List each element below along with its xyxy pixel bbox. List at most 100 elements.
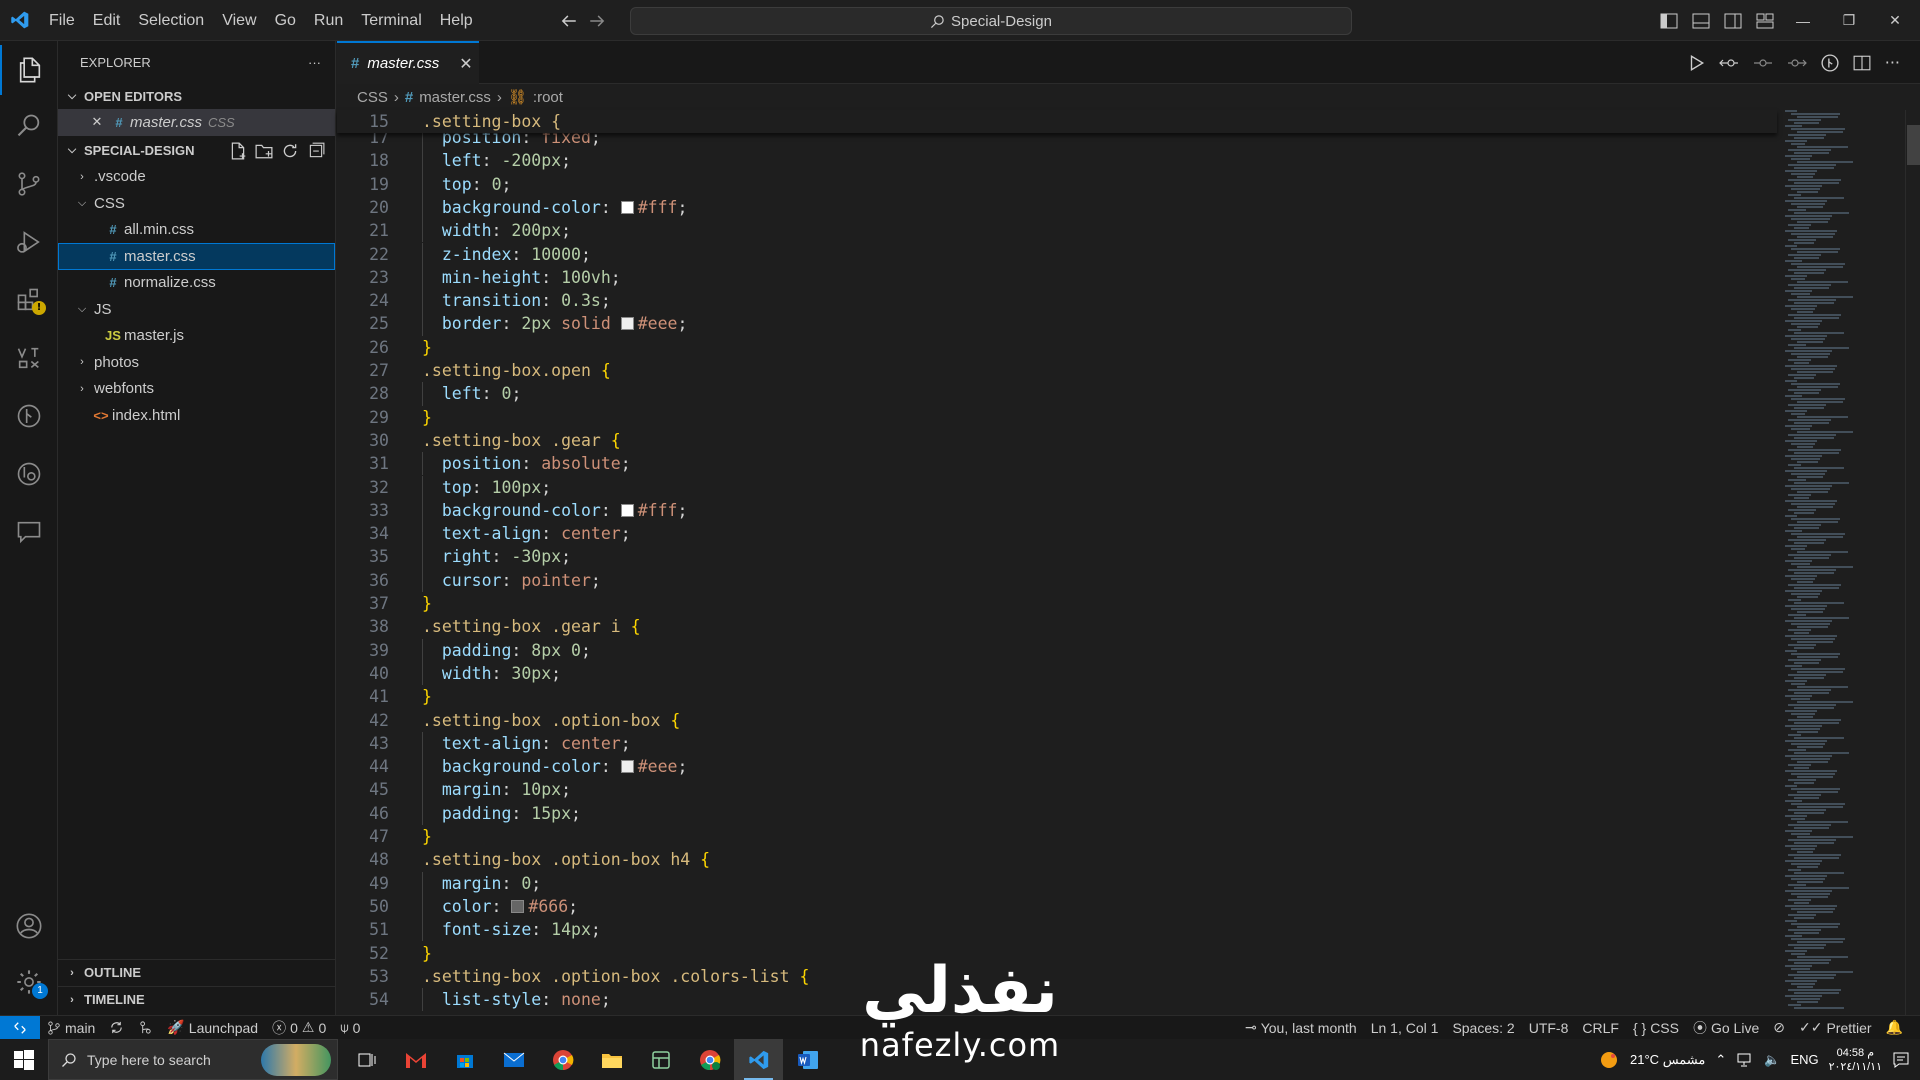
minimap[interactable] [1777,110,1905,1015]
notification-center-icon[interactable] [1892,1051,1910,1069]
branch-status[interactable]: main [40,1020,102,1036]
command-center[interactable]: Special-Design [630,7,1352,35]
timeline-section[interactable]: › TIMELINE [58,986,335,1012]
menu-item-run[interactable]: Run [305,0,352,41]
scrollbar-thumb[interactable] [1907,125,1920,165]
gitlens-file-icon[interactable] [1821,53,1839,72]
outline-section[interactable]: › OUTLINE [58,959,335,985]
vertical-scrollbar[interactable] [1905,110,1920,1015]
source-control-icon[interactable] [0,159,58,209]
launchpad-status[interactable]: 🚀 Launchpad [160,1019,265,1036]
testing-icon[interactable] [0,333,58,383]
mail-icon[interactable] [489,1039,538,1080]
encoding-status[interactable]: UTF-8 [1522,1020,1576,1036]
notifications-bell-icon[interactable]: 🔔 [1879,1019,1910,1036]
more-editor-actions-icon[interactable]: ··· [1885,53,1900,72]
toggle-primary-sidebar-icon[interactable] [1660,13,1678,29]
indentation-status[interactable]: Spaces: 2 [1445,1020,1521,1036]
network-icon[interactable] [1736,1052,1754,1068]
blame-status[interactable]: ⊸ You, last month [1238,1019,1364,1036]
menu-item-file[interactable]: File [40,0,84,41]
weather-icon[interactable] [1598,1049,1620,1071]
menu-item-help[interactable]: Help [431,0,482,41]
breadcrumb-file[interactable]: master.css [419,89,491,106]
comments-icon[interactable] [0,507,58,557]
sticky-scroll-header[interactable]: 15 .setting-box { [337,110,1777,133]
breadcrumb-symbol[interactable]: :root [533,89,563,106]
prettier-status[interactable]: ✓✓ Prettier [1792,1019,1879,1036]
remote-indicator-icon[interactable] [0,1015,40,1040]
explorer-icon[interactable] [0,45,58,95]
close-window-icon[interactable]: ✕ [1872,12,1918,29]
windows-start-icon[interactable] [0,1039,48,1080]
breadcrumb-folder[interactable]: CSS [357,89,388,106]
tree-item-css[interactable]: ⌵ CSS [58,190,335,217]
close-icon[interactable]: ✕ [86,114,108,130]
tab-master-css[interactable]: # master.css ✕ [337,41,479,84]
eol-status[interactable]: CRLF [1575,1020,1626,1036]
tree-item-js[interactable]: ⌵ JS [58,296,335,323]
more-actions-icon[interactable]: ··· [308,55,321,70]
run-debug-icon[interactable] [0,217,58,267]
open-editor-item[interactable]: ✕ # master.css CSS [58,109,335,136]
problems-status[interactable]: ⓧ 0 ⚠ 0 [265,1018,333,1038]
manage-gear-icon[interactable]: 1 [0,957,58,1007]
tree-item-vscode[interactable]: › .vscode [58,164,335,191]
tree-item-index-html[interactable]: <> index.html [58,402,335,429]
tree-item-photos[interactable]: › photos [58,349,335,376]
accounts-icon[interactable] [0,901,58,951]
back-arrow-icon[interactable] [560,12,578,30]
new-file-icon[interactable] [229,142,247,160]
word-icon[interactable] [783,1039,832,1080]
close-tab-icon[interactable]: ✕ [459,54,472,74]
gitlens-icon[interactable] [0,391,58,441]
tree-item-normalize-css[interactable]: # normalize.css [58,270,335,297]
split-editor-icon[interactable] [1853,54,1871,72]
menu-item-view[interactable]: View [213,0,265,41]
previous-change-icon[interactable] [1753,54,1773,72]
restore-icon[interactable]: ❐ [1826,12,1872,29]
refresh-icon[interactable] [281,142,299,160]
volume-icon[interactable]: 🔈 [1764,1052,1780,1068]
tree-item-webfonts[interactable]: › webfonts [58,376,335,403]
search-view-icon[interactable] [0,101,58,151]
menu-item-terminal[interactable]: Terminal [352,0,430,41]
next-change-icon[interactable] [1787,54,1807,72]
weather-text[interactable]: 21°C مشمس [1630,1052,1705,1068]
sync-icon[interactable] [102,1020,131,1035]
microsoft-store-icon[interactable] [440,1039,489,1080]
chrome-profile-icon[interactable] [685,1039,734,1080]
customize-layout-icon[interactable] [1756,13,1774,29]
open-changes-icon[interactable] [1718,54,1739,72]
file-explorer-icon[interactable] [587,1039,636,1080]
menu-item-selection[interactable]: Selection [129,0,213,41]
run-icon[interactable] [1687,54,1705,72]
go-live-status[interactable]: ⦿ Go Live [1686,1018,1766,1038]
tree-item-master-js[interactable]: JS master.js [58,323,335,350]
tree-item-all-min-css[interactable]: # all.min.css [58,217,335,244]
toggle-secondary-sidebar-icon[interactable] [1724,13,1742,29]
project-section[interactable]: ⌵ SPECIAL-DESIGN [58,138,335,164]
taskbar-search-box[interactable]: Type here to search [48,1039,338,1080]
gitlens-graph-icon[interactable] [131,1020,160,1035]
cursor-position[interactable]: Ln 1, Col 1 [1364,1020,1446,1036]
sheets-app-icon[interactable] [636,1039,685,1080]
language-status[interactable]: { } CSS [1626,1020,1686,1036]
input-language[interactable]: ENG [1790,1052,1818,1067]
clock[interactable]: 04:58 م ٢٠٢٤/١١/١١ [1829,1046,1882,1074]
forward-arrow-icon[interactable] [588,12,606,30]
tree-item-master-css[interactable]: # master.css [58,243,335,270]
chrome-icon[interactable] [538,1039,587,1080]
chevron-up-icon[interactable]: ⌃ [1715,1052,1726,1068]
extensions-icon[interactable]: ! [0,275,58,325]
copilot-disabled-icon[interactable]: ⊘ [1766,1019,1792,1036]
collapse-all-icon[interactable] [307,142,325,160]
gmail-icon[interactable] [391,1039,440,1080]
ports-status[interactable]: ⍦ 0 [333,1019,367,1036]
menu-item-go[interactable]: Go [266,0,305,41]
toggle-panel-icon[interactable] [1692,13,1710,29]
remote-explorer-icon[interactable] [0,449,58,499]
menu-item-edit[interactable]: Edit [84,0,130,41]
open-editors-section[interactable]: ⌵ OPEN EDITORS [58,83,335,109]
task-view-icon[interactable] [342,1039,391,1080]
